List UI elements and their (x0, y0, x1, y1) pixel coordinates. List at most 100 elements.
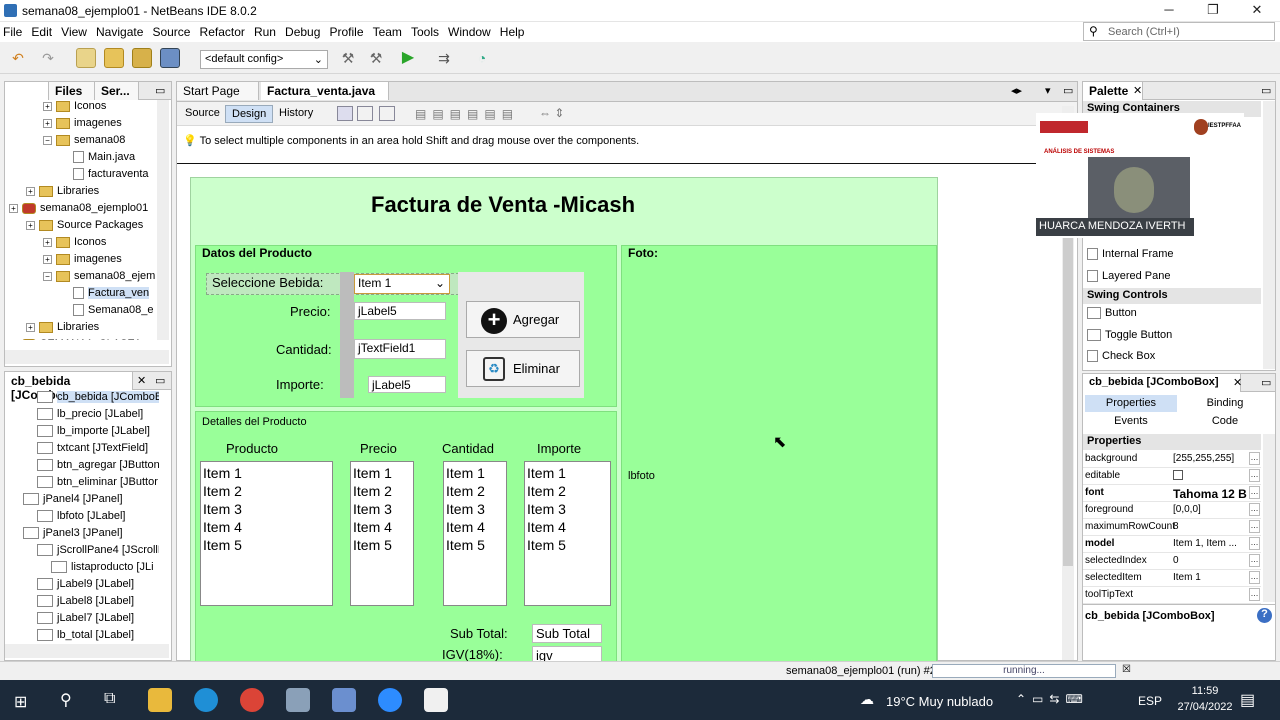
property-row[interactable]: toolTipText… (1083, 587, 1261, 604)
file-explorer-icon[interactable] (148, 688, 172, 712)
minimize-panel-icon[interactable]: ▭ (1261, 84, 1271, 97)
menu-window[interactable]: Window (445, 22, 494, 42)
property-editor-button[interactable]: … (1249, 571, 1260, 584)
search-icon[interactable]: ⚲ (60, 690, 72, 710)
undo-icon[interactable]: ↶ (8, 48, 28, 68)
section-swing-controls[interactable]: Swing Controls (1083, 288, 1261, 304)
list-item[interactable]: Item 4 (353, 518, 411, 536)
menu-edit[interactable]: Edit (28, 22, 55, 42)
navigator-node[interactable]: jPanel3 [JPanel] (9, 527, 159, 544)
navigator-node[interactable]: btn_eliminar [JButtor (9, 476, 159, 493)
navigator-node[interactable]: jPanel4 [JPanel] (9, 493, 159, 510)
tab-factura-venta[interactable]: Factura_venta.java (261, 82, 389, 100)
maximize-button[interactable]: ❐ (1191, 0, 1235, 22)
tree-node[interactable]: Main.java (9, 151, 159, 168)
zoom-icon[interactable] (378, 688, 402, 712)
list-item[interactable]: Item 2 (353, 482, 411, 500)
expand-icon[interactable]: + (26, 322, 35, 332)
product-panel[interactable]: Datos del Producto Seleccione Bebida: It… (195, 245, 617, 407)
tree-node[interactable]: + imagenes (9, 117, 159, 134)
close-tab-icon[interactable]: ✕ (1233, 376, 1242, 389)
tree-node[interactable]: − semana08_ejem (9, 270, 159, 287)
vertical-scrollbar[interactable] (157, 100, 169, 340)
palette-internal-frame[interactable]: Internal Frame (1087, 248, 1174, 268)
property-row[interactable]: foreground [0,0,0]… (1083, 502, 1261, 519)
tab-services[interactable]: Ser... (95, 82, 139, 100)
menu-debug[interactable]: Debug (282, 22, 323, 42)
cancel-process-icon[interactable]: ☒ (1122, 664, 1131, 675)
property-value[interactable]: [0,0,0] (1173, 504, 1249, 515)
maximize-editor-icon[interactable]: ▭ (1063, 84, 1073, 97)
tree-node[interactable]: facturaventa (9, 168, 159, 185)
netbeans-taskbar-icon[interactable] (332, 688, 356, 712)
tab-code[interactable]: Code (1179, 413, 1271, 430)
expand-icon[interactable]: + (26, 220, 35, 230)
menu-refactor[interactable]: Refactor (197, 22, 248, 42)
list-item[interactable]: Item 3 (353, 500, 411, 518)
product-list[interactable]: Item 1 Item 2 Item 3 Item 4 Item 5 (200, 461, 333, 606)
menu-run[interactable]: Run (251, 22, 279, 42)
form-designer[interactable]: Factura de Venta -Micash Datos del Produ… (190, 177, 938, 663)
expand-icon[interactable]: + (43, 254, 52, 264)
property-row[interactable]: font Tahoma 12 B… (1083, 485, 1261, 502)
list-item[interactable]: Item 1 (446, 464, 504, 482)
navigator-node[interactable]: lb_total [JLabel] (9, 629, 159, 643)
menu-help[interactable]: Help (497, 22, 528, 42)
navigator-node[interactable]: lb_importe [JLabel] (9, 425, 159, 442)
palette-toggle-button[interactable]: Toggle Button (1087, 329, 1172, 349)
amount-list[interactable]: Item 1 Item 2 Item 3 Item 4 Item 5 (524, 461, 611, 606)
properties-section[interactable]: Properties (1083, 434, 1261, 450)
notifications-icon[interactable]: ▤ (1240, 690, 1255, 710)
windows-start-icon[interactable]: ⊞ (14, 692, 27, 712)
search-input[interactable]: ⚲ Search (Ctrl+I) (1083, 22, 1275, 41)
list-item[interactable]: Item 3 (527, 500, 608, 518)
tree-node[interactable]: + Iconos (9, 100, 159, 117)
tab-list-icon[interactable]: ▾ (1045, 84, 1051, 97)
new-project-icon[interactable] (104, 48, 124, 68)
horizontal-scrollbar[interactable] (5, 644, 169, 658)
close-tab-icon[interactable]: ✕ (1133, 84, 1142, 97)
palette-layered-pane[interactable]: Layered Pane (1087, 270, 1171, 290)
property-editor-button[interactable]: … (1249, 469, 1260, 482)
tree-node[interactable]: + semana08_ejemplo01 (9, 202, 159, 219)
minimize-panel-icon[interactable]: ▭ (155, 374, 165, 387)
tab-history[interactable]: History (273, 105, 319, 123)
tree-node[interactable]: Factura_ven (9, 287, 159, 304)
tab-files[interactable]: Files (49, 82, 95, 100)
config-select[interactable]: <default config> ⌄ (200, 50, 328, 69)
quantity-input[interactable]: jTextField1 (354, 339, 446, 359)
open-project-icon[interactable] (132, 48, 152, 68)
minimize-panel-icon[interactable]: ▭ (155, 84, 165, 97)
help-icon[interactable]: ? (1257, 608, 1272, 623)
edge-icon[interactable] (194, 688, 218, 712)
list-item[interactable]: Item 2 (446, 482, 504, 500)
tree-node[interactable]: + Source Packages (9, 219, 159, 236)
tab-properties[interactable]: Properties (1085, 395, 1177, 412)
list-item[interactable]: Item 1 (353, 464, 411, 482)
property-editor-button[interactable]: … (1249, 486, 1260, 499)
tree-node[interactable]: + Libraries (9, 321, 159, 338)
menu-navigate[interactable]: Navigate (93, 22, 146, 42)
navigator-node[interactable]: lbfoto [JLabel] (9, 510, 159, 527)
list-item[interactable]: Item 2 (203, 482, 330, 500)
palette-check-box[interactable]: Check Box (1087, 350, 1155, 370)
tray-icons[interactable]: ⌃▭⇆⌨ (1016, 692, 1089, 706)
property-editor-button[interactable]: … (1249, 554, 1260, 567)
list-item[interactable]: Item 3 (203, 500, 330, 518)
beverage-combo[interactable]: Item 1 ⌄ (354, 274, 450, 294)
language-indicator[interactable]: ESP (1138, 694, 1162, 708)
navigator-node[interactable]: jLabel7 [JLabel] (9, 612, 159, 629)
expand-icon[interactable]: − (43, 271, 52, 281)
preview-design-icon[interactable] (379, 106, 395, 121)
expand-icon[interactable]: + (43, 237, 52, 247)
menu-profile[interactable]: Profile (326, 22, 366, 42)
list-item[interactable]: Item 5 (353, 536, 411, 554)
property-row[interactable]: background [255,255,255]… (1083, 451, 1261, 468)
resize-icons[interactable]: ⇔ ⇕ (539, 106, 564, 120)
tab-source[interactable]: Source (179, 105, 226, 123)
expand-icon[interactable]: + (9, 203, 18, 213)
property-row[interactable]: maximumRowCount 8… (1083, 519, 1261, 536)
tab-binding[interactable]: Binding (1179, 395, 1271, 412)
connection-mode-icon[interactable] (357, 106, 373, 121)
tree-node[interactable]: + Iconos (9, 236, 159, 253)
